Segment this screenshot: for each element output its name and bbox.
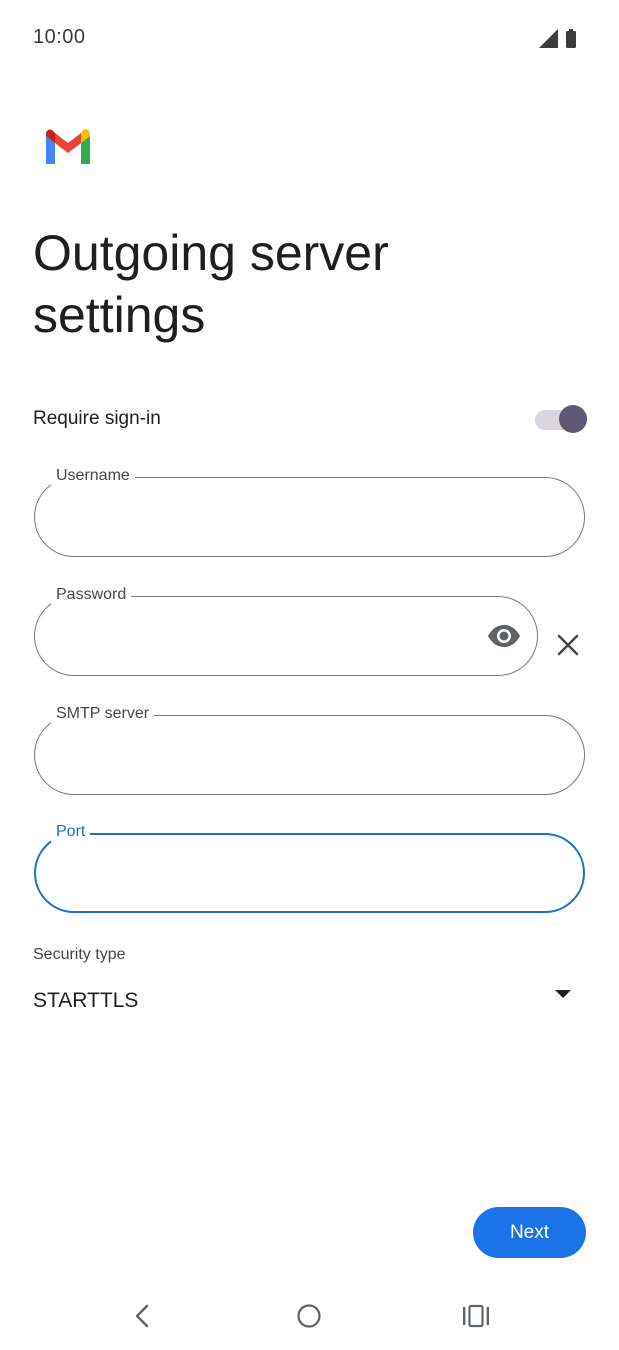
require-signin-label: Require sign-in <box>33 408 161 429</box>
port-label: Port <box>51 822 91 842</box>
page-title: Outgoing server settings <box>33 225 389 343</box>
close-icon[interactable] <box>556 633 580 657</box>
switch-thumb <box>559 405 587 433</box>
battery-icon <box>566 29 576 48</box>
require-signin-row: Require sign-in <box>33 400 587 440</box>
security-type-value: STARTTLS <box>33 989 139 1012</box>
username-field[interactable]: Username <box>34 466 585 557</box>
username-label: Username <box>51 466 135 486</box>
gmail-logo-icon <box>46 129 90 164</box>
username-input[interactable] <box>57 500 477 534</box>
dropdown-arrow-icon <box>555 990 571 998</box>
port-field[interactable]: Port <box>34 822 585 913</box>
status-time: 10:00 <box>33 26 86 48</box>
status-icons <box>539 29 576 48</box>
recents-icon[interactable] <box>462 1303 490 1329</box>
back-icon[interactable] <box>128 1302 156 1330</box>
password-label: Password <box>51 585 132 605</box>
password-field[interactable]: Password <box>34 585 538 676</box>
require-signin-switch[interactable] <box>535 403 587 435</box>
security-type-select[interactable]: STARTTLS <box>33 985 585 1019</box>
screen: 10:00 Outgoing server settings Require s… <box>0 0 619 1350</box>
smtp-server-label: SMTP server <box>51 704 155 724</box>
password-input[interactable] <box>57 619 457 653</box>
smtp-server-input[interactable] <box>57 738 477 772</box>
home-icon[interactable] <box>296 1303 322 1329</box>
signal-icon <box>539 29 558 48</box>
next-button[interactable]: Next <box>473 1207 586 1258</box>
show-password-icon[interactable] <box>487 623 521 649</box>
security-type-label: Security type <box>33 946 126 963</box>
smtp-server-field[interactable]: SMTP server <box>34 704 585 795</box>
port-input[interactable] <box>58 857 478 891</box>
